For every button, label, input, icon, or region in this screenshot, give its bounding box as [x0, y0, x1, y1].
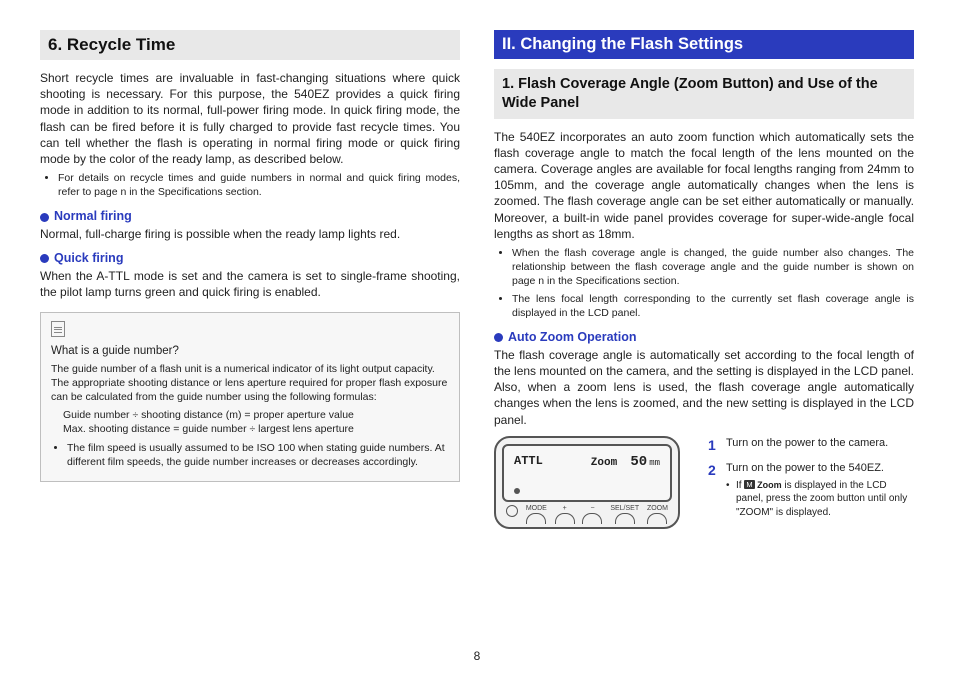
- formula-aperture: Guide number ÷ shooting distance (m) = p…: [63, 408, 449, 422]
- step-2-sub: If Zoom is displayed in the LCD panel, p…: [726, 479, 914, 520]
- quick-firing-text: When the A-TTL mode is set and the camer…: [40, 268, 460, 300]
- step-2-sub-before: If: [736, 480, 744, 491]
- step-1-text: Turn on the power to the camera.: [726, 436, 888, 455]
- flash-coverage-notes: When the flash coverage angle is changed…: [494, 246, 914, 320]
- lcd-zoom-button: [647, 513, 667, 524]
- infobox-body: The guide number of a flash unit is a nu…: [51, 362, 449, 469]
- m-zoom-icon: [744, 480, 754, 489]
- lcd-btn-plus-label: +: [563, 505, 567, 512]
- flash-coverage-note-2: The lens focal length corresponding to t…: [512, 292, 914, 320]
- auto-zoom-text: The flash coverage angle is automaticall…: [494, 347, 914, 428]
- page-number: 8: [40, 649, 914, 663]
- step-number-1: 1: [708, 436, 720, 455]
- lcd-mode-button: [526, 513, 546, 524]
- lcd-zoom-label: Zoom: [591, 457, 617, 469]
- infobox-note: The film speed is usually assumed to be …: [67, 441, 449, 469]
- recycle-time-note-list: For details on recycle times and guide n…: [40, 171, 460, 199]
- lcd-btn-selset-label: SEL/SET: [610, 505, 639, 512]
- quick-firing-heading: Quick firing: [40, 251, 460, 265]
- recycle-time-intro: Short recycle times are invaluable in fa…: [40, 70, 460, 167]
- lcd-btn-zoom-label: ZOOM: [647, 505, 668, 512]
- lcd-selset-button: [615, 513, 635, 524]
- normal-firing-heading: Normal firing: [40, 209, 460, 223]
- formula-distance: Max. shooting distance = guide number ÷ …: [63, 422, 449, 436]
- step-number-2: 2: [708, 461, 720, 519]
- lcd-plus-button: [555, 513, 575, 524]
- step-2-body: Turn on the power to the 540EZ. If Zoom …: [726, 461, 914, 519]
- lcd-zoom-readout: Zoom 50mm: [591, 454, 660, 470]
- lcd-mode-label: ATTL: [514, 454, 543, 468]
- lcd-zoom-value: 50: [630, 454, 647, 470]
- right-column: II. Changing the Flash Settings 1. Flash…: [494, 30, 914, 643]
- lcd-btn-minus-label: −: [590, 505, 594, 512]
- normal-firing-text: Normal, full-charge firing is possible w…: [40, 226, 460, 242]
- auto-zoom-steps: 1 Turn on the power to the camera. 2 Tur…: [708, 436, 914, 529]
- section-heading-flash-coverage: 1. Flash Coverage Angle (Zoom Button) an…: [494, 69, 914, 119]
- guide-number-infobox: What is a guide number? The guide number…: [40, 312, 460, 482]
- section-heading-recycle-time: 6. Recycle Time: [40, 30, 460, 60]
- chapter-heading-flash-settings: II. Changing the Flash Settings: [494, 30, 914, 59]
- lcd-zoom-unit: mm: [649, 458, 660, 468]
- flash-coverage-note-1: When the flash coverage angle is changed…: [512, 246, 914, 289]
- auto-zoom-heading: Auto Zoom Operation: [494, 330, 914, 344]
- lcd-minus-button: [582, 513, 602, 524]
- flash-coverage-intro: The 540EZ incorporates an auto zoom func…: [494, 129, 914, 242]
- lcd-btn-mode-label: MODE: [526, 505, 547, 512]
- infobox-text: The guide number of a flash unit is a nu…: [51, 362, 449, 405]
- lcd-illustration: ATTL Zoom 50mm MODE + − SEL/SET ZOOM: [494, 436, 694, 529]
- infobox-title: What is a guide number?: [51, 344, 449, 360]
- step-2-sub-zoom: Zoom: [755, 480, 782, 490]
- lcd-lamp-icon: [506, 505, 518, 517]
- lcd-ready-indicator-icon: [514, 488, 520, 494]
- info-page-icon: [51, 321, 65, 337]
- step-2-text: Turn on the power to the 540EZ.: [726, 461, 914, 476]
- left-column: 6. Recycle Time Short recycle times are …: [40, 30, 460, 643]
- recycle-time-note: For details on recycle times and guide n…: [58, 171, 460, 199]
